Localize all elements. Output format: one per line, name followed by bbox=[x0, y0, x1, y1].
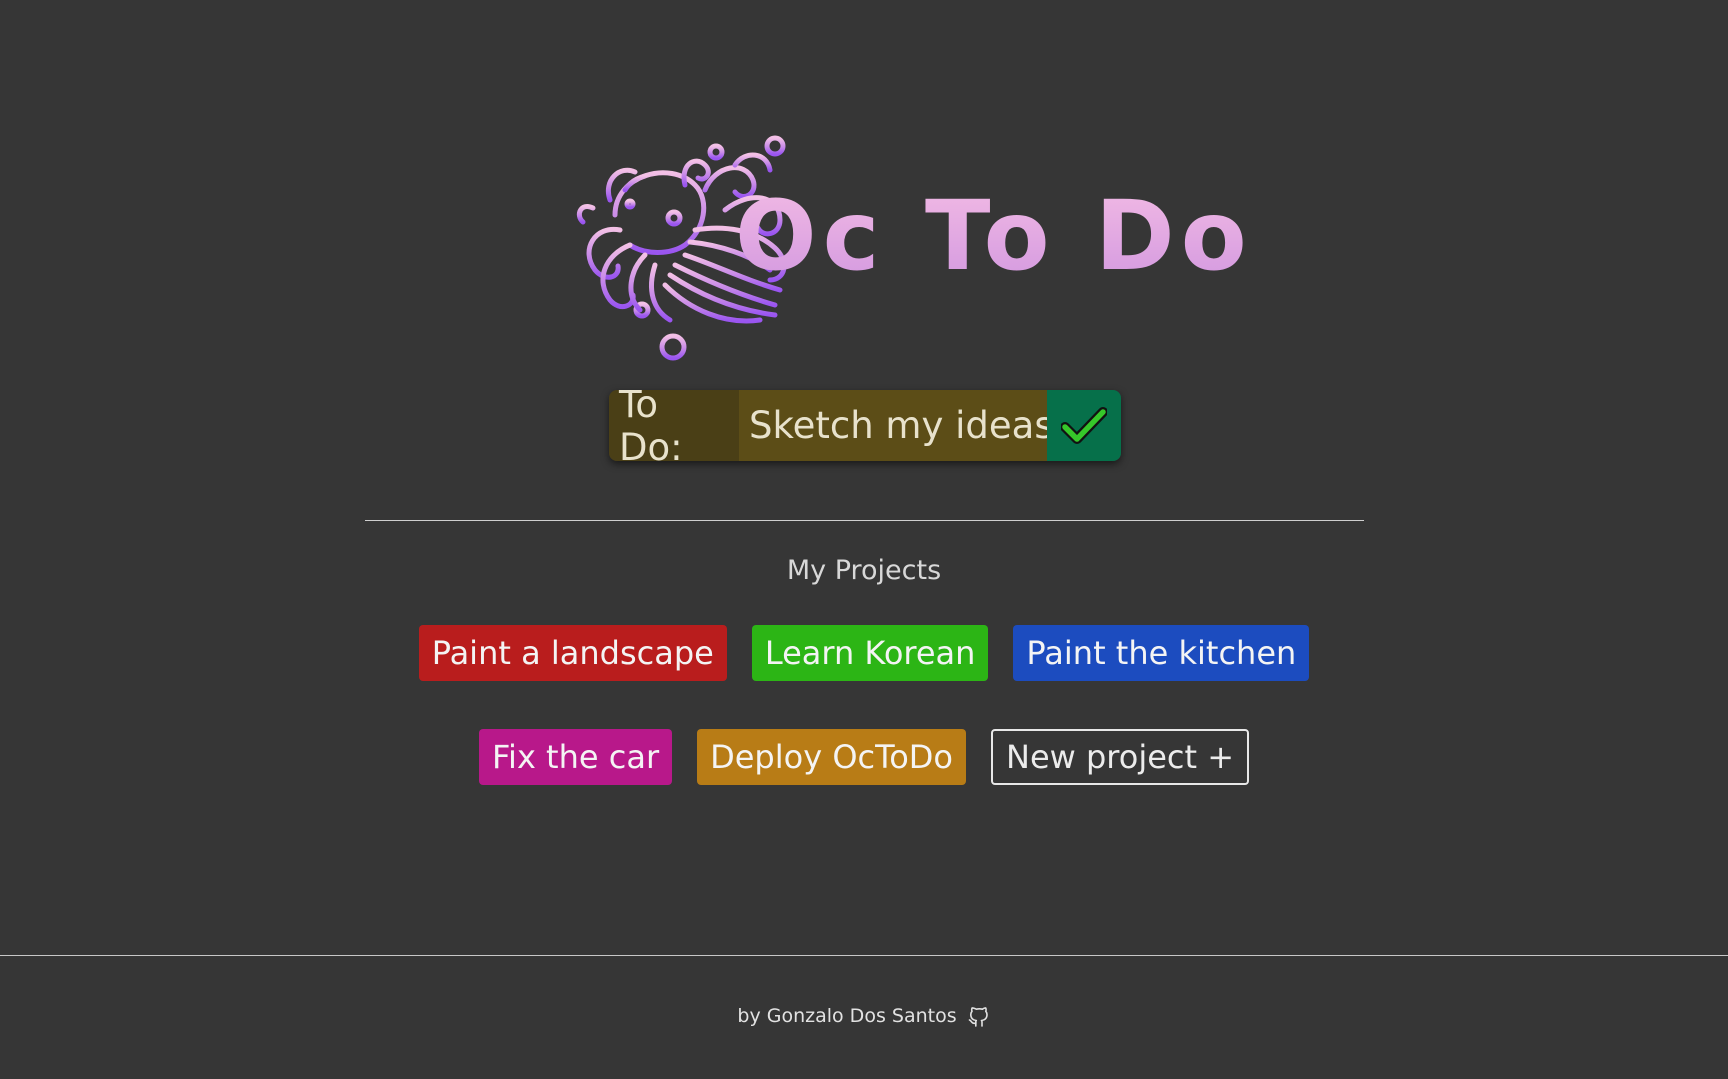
project-button-paint-the-kitchen[interactable]: Paint the kitchen bbox=[1013, 625, 1310, 681]
project-button-learn-korean[interactable]: Learn Korean bbox=[751, 625, 989, 681]
current-task-bar: To Do: Sketch my ideas bbox=[609, 390, 1121, 461]
page: Oc To Do To Do: Sketch my ideas My Proje… bbox=[0, 0, 1728, 1079]
app-title: Oc To Do bbox=[735, 180, 1253, 292]
project-button-deploy-octodo[interactable]: Deploy OcToDo bbox=[697, 729, 966, 785]
checkmark-icon bbox=[1061, 406, 1107, 444]
new-project-button[interactable]: New project + bbox=[991, 729, 1250, 785]
project-button-fix-the-car[interactable]: Fix the car bbox=[478, 729, 673, 785]
todo-label: To Do: bbox=[609, 390, 739, 461]
github-icon bbox=[968, 1007, 988, 1027]
project-button-paint-a-landscape[interactable]: Paint a landscape bbox=[418, 625, 727, 681]
current-task-text: Sketch my ideas bbox=[739, 390, 1054, 461]
projects-heading: My Projects bbox=[786, 555, 942, 586]
github-link[interactable] bbox=[967, 1004, 991, 1028]
app-logo: Oc To Do bbox=[575, 130, 1247, 365]
section-divider bbox=[365, 520, 1364, 521]
footer-divider bbox=[0, 955, 1728, 956]
complete-task-button[interactable] bbox=[1047, 390, 1121, 461]
footer: by Gonzalo Dos Santos bbox=[0, 1004, 1728, 1028]
projects-row-1: Paint a landscape Learn Korean Paint the… bbox=[0, 625, 1728, 681]
projects-row-2: Fix the car Deploy OcToDo New project + bbox=[0, 729, 1728, 785]
author-credit: by Gonzalo Dos Santos bbox=[737, 1005, 957, 1027]
